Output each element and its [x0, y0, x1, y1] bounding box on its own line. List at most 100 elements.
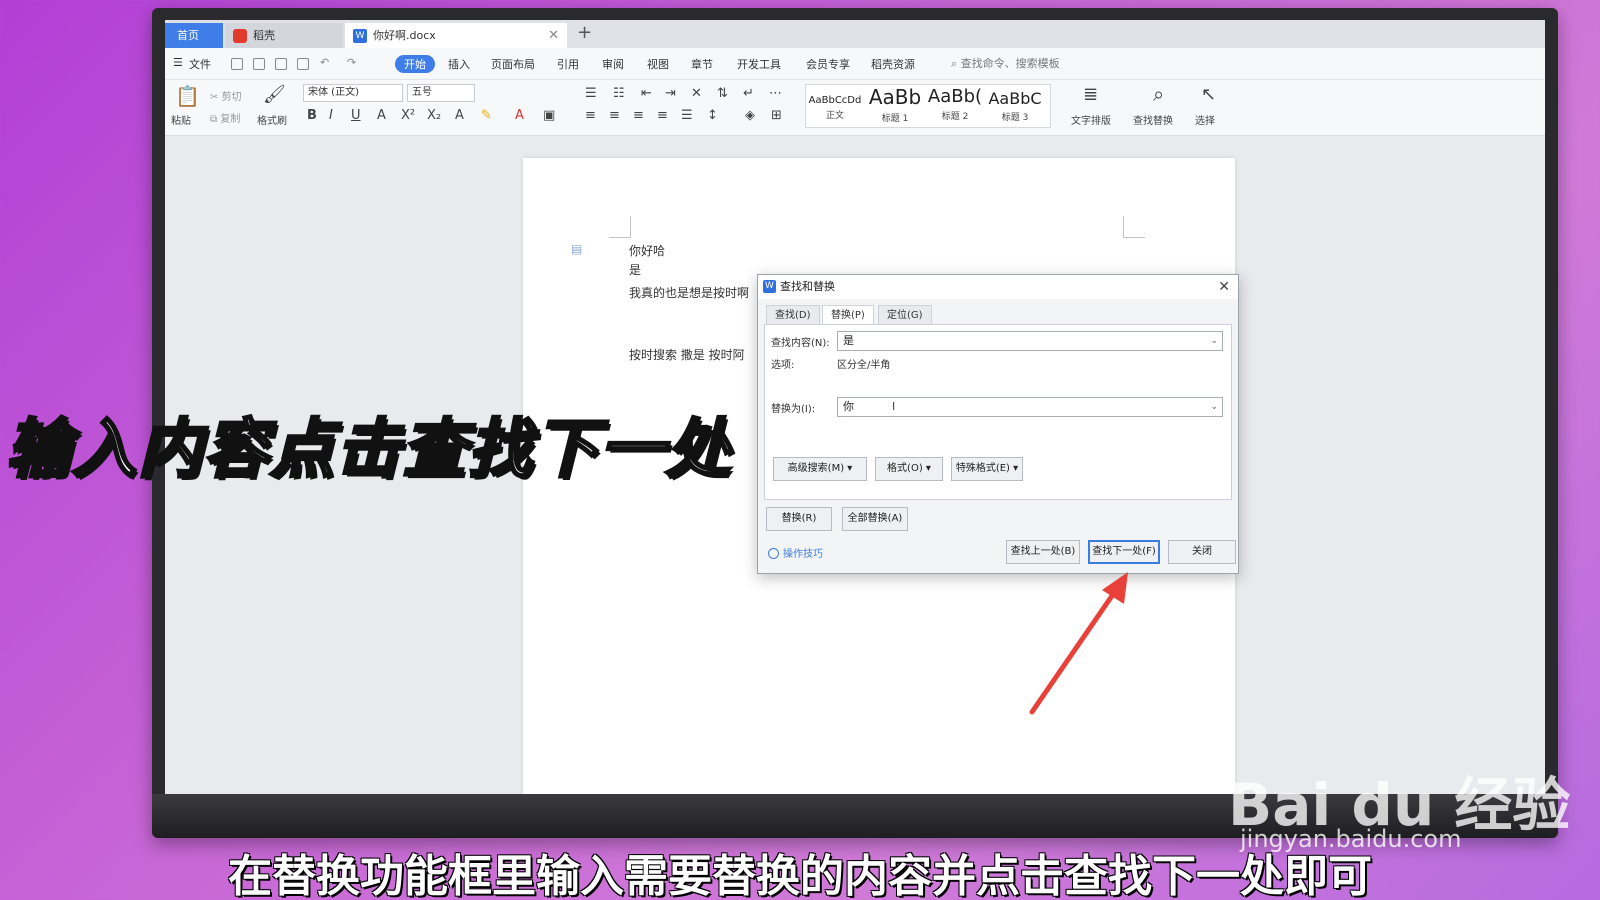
tab-find[interactable]: 查找(D) — [766, 305, 820, 325]
menu-review[interactable]: 审阅 — [602, 56, 624, 72]
paragraph-handle-icon[interactable]: ▤ — [571, 242, 582, 256]
paste-label[interactable]: 粘贴 — [171, 112, 191, 127]
margin-corner-top-left — [609, 216, 631, 238]
print-icon[interactable] — [275, 58, 287, 70]
hamburger-menu-icon[interactable]: ☰ — [173, 56, 183, 69]
select-cursor-icon[interactable]: ↖ — [1201, 84, 1216, 105]
menu-insert[interactable]: 插入 — [448, 56, 470, 72]
menu-file[interactable]: 文件 — [189, 56, 211, 72]
sort-icon[interactable]: ⇅ — [717, 86, 728, 101]
select-label[interactable]: 选择 — [1195, 112, 1215, 127]
export-icon[interactable] — [253, 58, 265, 70]
style-heading-3-label: 标题 3 — [1001, 113, 1029, 123]
tab-bar: 首页 稻壳 W 你好啊.docx ✕ + — [165, 20, 1545, 48]
word-app-icon: W — [763, 280, 776, 293]
align-center-icon[interactable]: ≡ — [609, 108, 620, 123]
highlight-icon[interactable]: ✎ — [481, 108, 492, 123]
tab-document[interactable]: W 你好啊.docx ✕ — [345, 23, 567, 48]
tab-marks-icon[interactable]: ⋯ — [769, 86, 782, 101]
find-label: 查找内容(N): — [771, 338, 830, 349]
replace-label: 替换为(I): — [771, 404, 816, 415]
copy-button[interactable]: ⧉ 复制 — [210, 110, 240, 125]
style-heading-3[interactable]: AaBbC 标题 3 — [986, 85, 1044, 129]
text-effect-icon[interactable]: A — [455, 108, 464, 123]
chevron-down-icon[interactable]: ⌄ — [1210, 332, 1218, 350]
text-layout-icon[interactable]: ≣ — [1083, 84, 1098, 105]
format-painter-label[interactable]: 格式刷 — [257, 112, 287, 127]
indent-icon[interactable]: ⇥ — [665, 86, 676, 101]
superscript-icon[interactable]: X² — [401, 108, 415, 123]
replace-button[interactable]: 替换(R) — [766, 507, 832, 531]
tips-link[interactable]: 操作技巧 — [768, 545, 823, 560]
show-marks-icon[interactable]: ↵ — [743, 86, 754, 101]
dialog-title-bar[interactable]: W 查找和替换 ✕ — [758, 275, 1238, 299]
underline-icon[interactable]: U — [351, 108, 361, 123]
find-replace-label[interactable]: 查找替换 — [1133, 112, 1173, 127]
save-icon[interactable] — [231, 58, 243, 70]
close-button[interactable]: 关闭 — [1168, 540, 1236, 564]
menu-references[interactable]: 引用 — [557, 56, 579, 72]
chinese-layout-icon[interactable]: ✕ — [691, 86, 702, 101]
align-left-icon[interactable]: ≡ — [585, 108, 596, 123]
numbered-list-icon[interactable]: ☷ — [613, 86, 625, 101]
chevron-down-icon[interactable]: ⌄ — [1210, 398, 1218, 416]
close-icon[interactable]: ✕ — [548, 23, 559, 48]
dialog-title: 查找和替换 — [780, 280, 835, 293]
find-input[interactable]: 是 ⌄ — [837, 331, 1223, 351]
format-button[interactable]: 格式(O) ▾ — [875, 457, 943, 481]
style-normal[interactable]: AaBbCcDd 正文 — [806, 85, 864, 129]
options-label: 选项: — [771, 360, 795, 371]
align-right-icon[interactable]: ≡ — [633, 108, 644, 123]
new-tab-plus-icon[interactable]: + — [577, 22, 592, 43]
char-border-icon[interactable]: ▣ — [543, 108, 555, 123]
bold-icon[interactable]: B — [307, 108, 317, 123]
style-normal-label: 正文 — [825, 111, 844, 121]
strikethrough-icon[interactable]: A — [377, 108, 386, 123]
find-previous-button[interactable]: 查找上一处(B) — [1006, 540, 1080, 564]
menu-start[interactable]: 开始 — [395, 55, 435, 73]
cut-button[interactable]: ✂ 剪切 — [210, 88, 242, 103]
subscript-icon[interactable]: X₂ — [427, 108, 441, 123]
redo-icon[interactable]: ↷ — [347, 56, 356, 69]
undo-icon[interactable]: ↶ — [320, 56, 329, 69]
find-replace-icon[interactable]: ⌕ — [1153, 82, 1164, 106]
font-name-select[interactable]: 宋体 (正文) — [303, 84, 403, 102]
menu-daoke-resources[interactable]: 稻壳资源 — [871, 56, 915, 72]
command-search[interactable]: ⌕ 查找命令、搜索模板 — [951, 55, 1060, 71]
menu-developer[interactable]: 开发工具 — [737, 56, 781, 72]
borders-icon[interactable]: ⊞ — [771, 108, 782, 123]
document-line-3: 我真的也是想是按时啊 — [629, 286, 750, 300]
tab-home[interactable]: 首页 — [165, 23, 223, 48]
menu-member[interactable]: 会员专享 — [806, 56, 850, 72]
line-spacing-icon[interactable]: ↕ — [707, 108, 718, 123]
menu-chapter[interactable]: 章节 — [691, 56, 713, 72]
distribute-icon[interactable]: ☰ — [681, 108, 693, 123]
find-input-value: 是 — [843, 334, 854, 347]
justify-icon[interactable]: ≡ — [657, 108, 668, 123]
menu-view[interactable]: 视图 — [647, 56, 669, 72]
outdent-icon[interactable]: ⇤ — [641, 86, 652, 101]
format-painter-icon[interactable]: 🖌 — [263, 84, 286, 105]
replace-input[interactable]: 你 I ⌄ — [837, 397, 1223, 417]
paste-icon[interactable]: 📋 — [175, 84, 200, 108]
advanced-search-button[interactable]: 高级搜索(M) ▾ — [773, 457, 867, 481]
menu-page-layout[interactable]: 页面布局 — [491, 56, 535, 72]
close-icon[interactable]: ✕ — [1218, 275, 1230, 299]
shading-icon[interactable]: ◈ — [745, 108, 755, 123]
special-format-button[interactable]: 特殊格式(E) ▾ — [951, 457, 1023, 481]
tab-replace[interactable]: 替换(P) — [822, 305, 874, 325]
bullet-list-icon[interactable]: ☰ — [585, 86, 597, 101]
tab-goto[interactable]: 定位(G) — [878, 305, 932, 325]
replace-all-button[interactable]: 全部替换(A) — [842, 507, 908, 531]
style-heading-2[interactable]: AaBb( 标题 2 — [926, 85, 984, 129]
find-next-button[interactable]: 查找下一处(F) — [1088, 540, 1160, 564]
document-line-2: 是 — [629, 263, 642, 277]
text-layout-label[interactable]: 文字排版 — [1071, 112, 1111, 127]
tab-daoke[interactable]: 稻壳 — [225, 23, 343, 48]
preview-icon[interactable] — [297, 58, 309, 70]
font-size-select[interactable]: 五号 — [407, 84, 475, 102]
font-color-icon[interactable]: A — [515, 108, 524, 123]
style-heading-1[interactable]: AaBb 标题 1 — [866, 85, 924, 129]
options-value: 区分全/半角 — [837, 360, 891, 371]
italic-icon[interactable]: I — [329, 108, 333, 123]
